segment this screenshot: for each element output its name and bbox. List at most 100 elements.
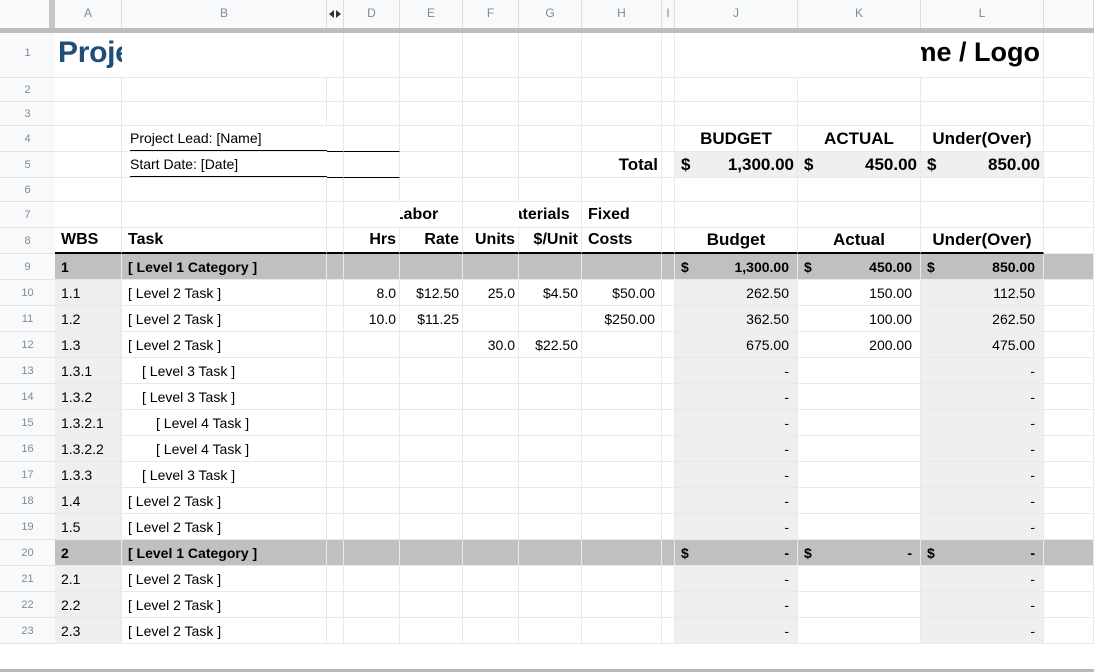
cell-wbs[interactable]: 1.4 (55, 488, 122, 514)
cell-hrs[interactable] (344, 462, 400, 488)
cell-k6[interactable] (798, 178, 921, 202)
cell-g1[interactable] (519, 28, 582, 78)
cell-spacer[interactable] (662, 384, 675, 410)
cell-split7[interactable] (327, 202, 344, 228)
select-all-corner[interactable] (0, 0, 55, 28)
cell-j3[interactable] (675, 102, 798, 126)
cell-underover[interactable]: $850.00 (921, 254, 1044, 280)
cell-spacer[interactable] (662, 280, 675, 306)
cell-hrs[interactable]: 10.0 (344, 306, 400, 332)
cell-g2[interactable] (519, 78, 582, 102)
cell-hrs[interactable] (344, 592, 400, 618)
cell-underover[interactable]: - (921, 436, 1044, 462)
cell-m8[interactable] (1044, 228, 1094, 254)
cell-j5[interactable]: $ 1,300.00 (675, 152, 798, 178)
cell-task[interactable]: [ Level 2 Task ] (122, 618, 327, 644)
cell-end[interactable] (1044, 566, 1094, 592)
cell-split[interactable] (327, 540, 344, 566)
cell-spacer[interactable] (662, 254, 675, 280)
cell-budget[interactable]: 262.50 (675, 280, 798, 306)
row-number-9[interactable]: 9 (0, 254, 55, 280)
cell-spacer[interactable] (662, 566, 675, 592)
column-header-g[interactable]: G (519, 0, 582, 28)
cell-h7[interactable]: Fixed (582, 202, 662, 228)
cell-m7[interactable] (1044, 202, 1094, 228)
cell-per-unit[interactable] (519, 436, 582, 462)
cell-hrs[interactable]: 8.0 (344, 280, 400, 306)
cell-hrs[interactable] (344, 332, 400, 358)
cell-l2[interactable] (921, 78, 1044, 102)
cell-budget[interactable]: - (675, 488, 798, 514)
cell-underover[interactable]: - (921, 566, 1044, 592)
cell-units[interactable] (463, 410, 519, 436)
cell-wbs[interactable]: 1.1 (55, 280, 122, 306)
cell-actual[interactable] (798, 410, 921, 436)
cell-budget[interactable]: - (675, 618, 798, 644)
cell-units[interactable] (463, 514, 519, 540)
cell-f4[interactable] (463, 126, 519, 152)
row-number-2[interactable]: 2 (0, 78, 55, 102)
cell-end[interactable] (1044, 306, 1094, 332)
cell-fixed-costs[interactable] (582, 384, 662, 410)
row-number-7[interactable]: 7 (0, 202, 55, 228)
cell-task[interactable]: [ Level 3 Task ] (122, 462, 327, 488)
cell-g3[interactable] (519, 102, 582, 126)
column-header-j[interactable]: J (675, 0, 798, 28)
cell-hrs[interactable] (344, 566, 400, 592)
cell-e5[interactable] (400, 152, 463, 178)
row-number-12[interactable]: 12 (0, 332, 55, 358)
cell-hrs[interactable] (344, 618, 400, 644)
cell-rate[interactable] (400, 462, 463, 488)
cell-rate[interactable] (400, 384, 463, 410)
row-number-16[interactable]: 16 (0, 436, 55, 462)
cell-k5[interactable]: $ 450.00 (798, 152, 921, 178)
cell-f7[interactable] (463, 202, 519, 228)
column-header-l[interactable]: L (921, 0, 1044, 28)
cell-j1[interactable] (675, 28, 798, 78)
row-number-18[interactable]: 18 (0, 488, 55, 514)
cell-spacer[interactable] (662, 358, 675, 384)
cell-hrs[interactable] (344, 410, 400, 436)
cell-per-unit[interactable] (519, 540, 582, 566)
cell-fixed-costs[interactable] (582, 618, 662, 644)
row-number-13[interactable]: 13 (0, 358, 55, 384)
row-number-22[interactable]: 22 (0, 592, 55, 618)
cell-i3[interactable] (662, 102, 675, 126)
cell-task[interactable]: [ Level 1 Category ] (122, 540, 327, 566)
row-number-23[interactable]: 23 (0, 618, 55, 644)
cell-i6[interactable] (662, 178, 675, 202)
row-number-6[interactable]: 6 (0, 178, 55, 202)
cell-h8[interactable]: Costs (582, 228, 662, 254)
column-header-i[interactable]: I (662, 0, 675, 28)
cell-task[interactable]: [ Level 2 Task ] (122, 332, 327, 358)
cell-actual[interactable]: $ - (798, 540, 921, 566)
row-number-17[interactable]: 17 (0, 462, 55, 488)
cell-rate[interactable] (400, 488, 463, 514)
cell-a1[interactable]: Project Budget (55, 28, 122, 78)
cell-b4[interactable]: Project Lead: [Name] (122, 126, 327, 152)
cell-end[interactable] (1044, 332, 1094, 358)
cell-m5[interactable] (1044, 152, 1094, 178)
cell-rate[interactable] (400, 410, 463, 436)
cell-j4[interactable]: BUDGET (675, 126, 798, 152)
cell-g8[interactable]: $/Unit (519, 228, 582, 254)
cell-fixed-costs[interactable] (582, 436, 662, 462)
cell-split[interactable] (327, 306, 344, 332)
cell-rate[interactable] (400, 618, 463, 644)
cell-e6[interactable] (400, 178, 463, 202)
cell-fixed-costs[interactable] (582, 488, 662, 514)
cell-end[interactable] (1044, 540, 1094, 566)
cell-wbs[interactable]: 1.3.2.1 (55, 410, 122, 436)
cell-actual[interactable]: 200.00 (798, 332, 921, 358)
cell-per-unit[interactable] (519, 514, 582, 540)
cell-budget[interactable]: $ - (675, 540, 798, 566)
cell-fixed-costs[interactable] (582, 254, 662, 280)
cell-units[interactable] (463, 462, 519, 488)
cell-b6[interactable] (122, 178, 327, 202)
cell-b1[interactable] (122, 28, 327, 78)
cell-rate[interactable] (400, 592, 463, 618)
cell-spacer[interactable] (662, 462, 675, 488)
cell-e1[interactable] (400, 28, 463, 78)
cell-per-unit[interactable]: $4.50 (519, 280, 582, 306)
cell-i1[interactable] (662, 28, 675, 78)
